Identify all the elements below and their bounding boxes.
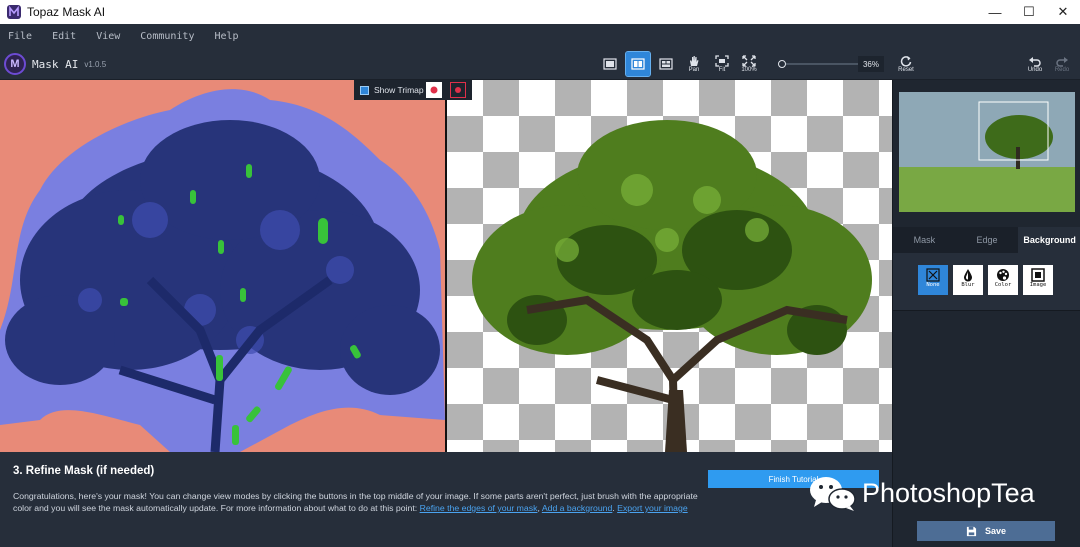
fit-label: Fit	[718, 67, 726, 73]
navigator-preview[interactable]	[899, 92, 1075, 212]
background-none-label: None	[926, 282, 940, 288]
hand-icon	[690, 56, 699, 66]
watermark-text: PhotoshopTea	[862, 477, 1035, 508]
background-image-label: Image	[1029, 282, 1047, 288]
panel-tabs: Mask Edge Background	[893, 227, 1080, 253]
refine-edges-link[interactable]: Refine the edges of your mask	[420, 503, 538, 513]
brand-name: Mask AI	[32, 57, 79, 71]
redo-label: Redo	[1054, 67, 1070, 73]
export-image-link[interactable]: Export your image	[617, 503, 688, 513]
side-by-side-view-icon	[659, 58, 673, 70]
tutorial-body: Congratulations, here's your mask! You c…	[13, 490, 703, 514]
redo-button[interactable]: Redo	[1053, 52, 1071, 76]
trimap-color-button-2[interactable]	[450, 82, 466, 98]
pan-label: Pan	[688, 67, 700, 73]
navigator-image	[899, 92, 1075, 212]
menu-view[interactable]: View	[96, 31, 120, 42]
menu-help[interactable]: Help	[214, 31, 238, 42]
menu-bar: File Edit View Community Help	[0, 24, 1080, 48]
minimize-button[interactable]: —	[978, 0, 1012, 24]
redo-icon	[1056, 57, 1068, 67]
add-background-link[interactable]: Add a background	[542, 503, 613, 513]
trimap-color-button[interactable]	[426, 82, 442, 98]
reset-icon	[900, 56, 912, 67]
brand-logo-icon: M	[4, 53, 26, 75]
menu-community[interactable]: Community	[140, 31, 194, 42]
background-none-button[interactable]: None	[918, 265, 948, 295]
save-label: Save	[984, 526, 1007, 536]
palette-icon	[997, 269, 1009, 281]
background-color-label: Color	[994, 282, 1012, 288]
wechat-icon	[810, 477, 856, 511]
background-color-button[interactable]: Color	[988, 265, 1018, 295]
background-blur-label: Blur	[961, 282, 975, 288]
trimap-toggle[interactable]: Show Trimap	[354, 80, 472, 100]
zoom-slider[interactable]	[778, 60, 858, 68]
split-view-button[interactable]	[625, 51, 651, 77]
split-view-icon	[631, 58, 645, 70]
mask-overlay-image	[0, 89, 445, 452]
reset-label: Reset	[898, 67, 914, 73]
side-by-side-view-button[interactable]	[654, 52, 678, 76]
background-image-button[interactable]: Image	[1023, 265, 1053, 295]
watermark: PhotoshopTea	[808, 474, 1035, 512]
zoom-100-button[interactable]: 100%	[738, 52, 760, 76]
pan-button[interactable]: Pan	[686, 52, 702, 76]
floppy-icon	[966, 526, 977, 536]
zoom-slider-track	[784, 63, 858, 65]
image-icon	[1031, 268, 1045, 282]
zoom-slider-handle[interactable]	[778, 60, 786, 68]
undo-icon	[1029, 57, 1041, 67]
trimap-label: Show Trimap	[374, 85, 424, 95]
undo-label: Undo	[1027, 67, 1043, 73]
tab-background[interactable]: Background	[1018, 227, 1080, 253]
blur-icon	[964, 269, 972, 282]
save-button[interactable]: Save	[917, 521, 1055, 541]
background-blur-button[interactable]: Blur	[953, 265, 983, 295]
mask-view[interactable]	[0, 80, 445, 452]
tab-mask[interactable]: Mask	[893, 227, 956, 253]
flower-icon	[430, 86, 438, 94]
maximize-button[interactable]: ☐	[1012, 0, 1046, 24]
tab-edge[interactable]: Edge	[956, 227, 1019, 253]
zoom-value[interactable]: 36%	[858, 56, 884, 72]
trimap-checkbox[interactable]	[360, 85, 369, 95]
undo-button[interactable]: Undo	[1026, 52, 1044, 76]
single-view-icon	[603, 58, 617, 70]
fit-button[interactable]: Fit	[714, 52, 730, 76]
background-options: None Blur Color Image	[893, 253, 1080, 311]
tutorial-heading: 3. Refine Mask (if needed)	[13, 465, 155, 477]
result-view[interactable]	[447, 80, 892, 452]
close-button[interactable]: ✕	[1046, 0, 1080, 24]
window-title: Topaz Mask AI	[27, 5, 106, 19]
menu-file[interactable]: File	[8, 31, 32, 42]
expand-icon	[742, 55, 756, 67]
masked-result-image	[472, 120, 872, 452]
none-icon	[926, 268, 940, 282]
image-canvas[interactable]	[0, 80, 892, 452]
reset-button[interactable]: Reset	[896, 52, 916, 76]
single-view-button[interactable]	[598, 52, 622, 76]
brand: M Mask AI v1.0.5	[4, 53, 106, 75]
title-bar: Topaz Mask AI — ☐ ✕	[0, 0, 1080, 24]
fit-icon	[715, 55, 729, 67]
toolbar: M Mask AI v1.0.5 Pan Fit 100% 36% Reset …	[0, 48, 1080, 80]
brand-version: v1.0.5	[84, 59, 107, 69]
menu-edit[interactable]: Edit	[52, 31, 76, 42]
tutorial-panel: 3. Refine Mask (if needed) Congratulatio…	[0, 452, 892, 547]
app-logo-icon	[7, 5, 21, 19]
zoom-100-label: 100%	[741, 67, 757, 73]
flower-outline-icon	[455, 87, 461, 93]
